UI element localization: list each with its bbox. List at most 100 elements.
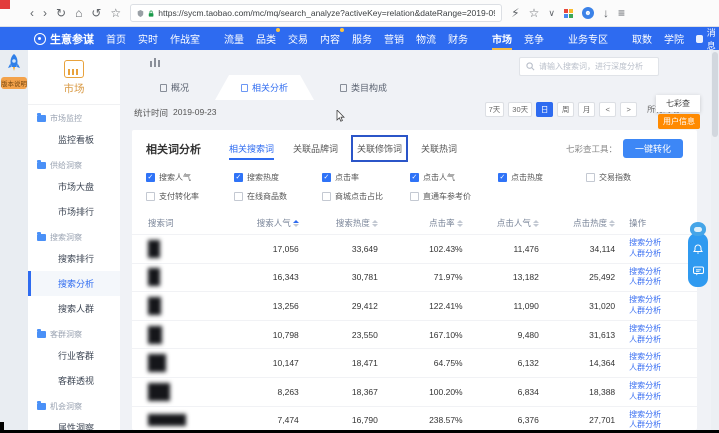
sidebar-item-market-overview[interactable]: 市场大盘	[28, 174, 120, 199]
bookmark-icon[interactable]: ☆	[110, 7, 121, 19]
nav-item-academy[interactable]: 学院	[664, 27, 684, 50]
search-analysis-link[interactable]: 搜索分析	[629, 381, 697, 392]
tab-category-composition[interactable]: 类目构成	[314, 75, 413, 100]
sidebar-item-search-crowd[interactable]: 搜索人群	[28, 296, 120, 321]
nav-item-data-fetch[interactable]: 取数	[632, 27, 652, 50]
sidebar-item-market-ranking[interactable]: 市场排行	[28, 199, 120, 224]
nav-item-category[interactable]: 品类	[256, 27, 276, 50]
home-icon[interactable]: ⌂	[75, 7, 82, 19]
metric-checkbox-search-heat[interactable]: 搜索热度	[234, 172, 322, 183]
user-info-floating-button[interactable]: 用户信息	[658, 114, 700, 129]
version-tooltip[interactable]: 版本说明	[1, 77, 27, 89]
qicaicha-floating-button[interactable]: 七彩查	[656, 95, 700, 112]
rocket-icon[interactable]	[6, 54, 22, 74]
scrollbar-thumb[interactable]	[712, 52, 718, 137]
search-analysis-link[interactable]: 搜索分析	[629, 410, 697, 421]
checkbox-icon	[410, 173, 419, 182]
col-click-heat[interactable]: 点击热度	[553, 212, 629, 235]
sidebar-item-monitor-board[interactable]: 监控看板	[28, 127, 120, 152]
chevron-down-icon[interactable]: ∨	[548, 9, 555, 18]
metric-checkbox-ztc-ref-price[interactable]: 直通车参考价	[410, 191, 498, 202]
metric-checkbox-click-popularity[interactable]: 点击人气	[410, 172, 498, 183]
checkbox-icon	[322, 173, 331, 182]
range-day-button[interactable]: 日	[536, 102, 553, 117]
address-bar[interactable]: https://sycm.taobao.com/mc/mq/search_ana…	[130, 4, 502, 22]
nav-item-home[interactable]: 首页	[106, 27, 126, 50]
next-date-button[interactable]: >	[620, 102, 637, 117]
crowd-analysis-link[interactable]: 人群分析	[629, 392, 697, 403]
lightning-icon[interactable]: ⚡	[511, 7, 519, 19]
col-click-rate[interactable]: 点击率	[392, 212, 477, 235]
range-week-button[interactable]: 周	[557, 102, 574, 117]
favorite-star-icon[interactable]: ☆	[529, 7, 540, 19]
brand[interactable]: 生意参谋	[34, 31, 94, 47]
col-search-heat[interactable]: 搜索热度	[313, 212, 392, 235]
sidebar-item-customer-perspective[interactable]: 客群透视	[28, 368, 120, 393]
prev-date-button[interactable]: <	[599, 102, 616, 117]
search-analysis-link[interactable]: 搜索分析	[629, 352, 697, 363]
extensions-grid-icon[interactable]	[564, 9, 573, 18]
one-click-convert-button[interactable]: 一键转化	[623, 139, 683, 158]
nav-item-content[interactable]: 内容	[320, 27, 340, 50]
nav-item-realtime[interactable]: 实时	[138, 27, 158, 50]
nav-item-competition[interactable]: 竞争	[524, 27, 544, 50]
nav-item-finance[interactable]: 财务	[448, 27, 468, 50]
col-click-popularity[interactable]: 点击人气	[477, 212, 553, 235]
sort-icon[interactable]	[533, 220, 539, 227]
sidebar-item-search-ranking[interactable]: 搜索排行	[28, 246, 120, 271]
keyword-search-box[interactable]	[519, 57, 659, 76]
sidebar-item-industry-customers[interactable]: 行业客群	[28, 343, 120, 368]
nav-item-market[interactable]: 市场	[492, 27, 512, 50]
col-search-popularity[interactable]: 搜索人气	[234, 212, 313, 235]
nav-messages[interactable]: 消息	[696, 26, 719, 52]
screen: ‹ › ↻ ⌂ ↺ ☆ https://sycm.taobao.com/mc/m…	[0, 0, 719, 433]
search-input[interactable]	[539, 62, 652, 71]
metric-checkbox-pay-conversion[interactable]: 支付转化率	[146, 191, 234, 202]
forward-icon[interactable]: ›	[43, 7, 47, 19]
metric-checkbox-search-popularity[interactable]: 搜索人气	[146, 172, 234, 183]
tab-related-modifier-words[interactable]: 关联修饰词	[355, 139, 404, 158]
bell-icon[interactable]	[693, 244, 703, 254]
chat-icon[interactable]	[693, 266, 704, 276]
tab-related-hot-words[interactable]: 关联热词	[419, 139, 459, 158]
search-analysis-link[interactable]: 搜索分析	[629, 295, 697, 306]
range-month-button[interactable]: 月	[578, 102, 595, 117]
tab-related-brand-words[interactable]: 关联品牌词	[291, 139, 340, 158]
stat-date-value[interactable]: 2019-09-23	[173, 107, 216, 119]
tab-relation-analysis[interactable]: 相关分析	[215, 75, 314, 100]
nav-item-trade[interactable]: 交易	[288, 27, 308, 50]
back-icon[interactable]: ‹	[30, 7, 34, 19]
nav-item-business-zone[interactable]: 业务专区	[568, 27, 608, 50]
crowd-analysis-link[interactable]: 人群分析	[629, 420, 697, 430]
tab-related-search-words[interactable]: 相关搜索词	[227, 139, 276, 158]
history-icon[interactable]: ↺	[91, 7, 101, 19]
download-icon[interactable]: ↓	[603, 7, 609, 19]
metric-checkbox-online-products[interactable]: 在线商品数	[234, 191, 322, 202]
mascot-avatar[interactable]	[690, 222, 706, 236]
sort-icon[interactable]	[293, 220, 299, 227]
crowd-analysis-link[interactable]: 人群分析	[629, 363, 697, 374]
nav-item-logistics[interactable]: 物流	[416, 27, 436, 50]
nav-item-marketing[interactable]: 营销	[384, 27, 404, 50]
range-30d-button[interactable]: 30天	[508, 102, 532, 117]
nav-item-service[interactable]: 服务	[352, 27, 372, 50]
sort-icon[interactable]	[457, 220, 463, 227]
metric-checkbox-click-rate[interactable]: 点击率	[322, 172, 410, 183]
nav-item-warroom[interactable]: 作战室	[170, 27, 200, 50]
metric-checkbox-mall-click-share[interactable]: 商城点击占比	[322, 191, 410, 202]
refresh-icon[interactable]: ↻	[56, 7, 66, 19]
page-scrollbar[interactable]	[711, 50, 719, 430]
metric-checkbox-trade-index[interactable]: 交易指数	[586, 172, 674, 183]
search-analysis-link[interactable]: 搜索分析	[629, 324, 697, 335]
crowd-analysis-link[interactable]: 人群分析	[629, 335, 697, 346]
menu-icon[interactable]: ≡	[618, 7, 625, 19]
metric-checkbox-click-heat[interactable]: 点击热度	[498, 172, 586, 183]
tab-overview[interactable]: 概况	[134, 75, 215, 100]
sort-icon[interactable]	[372, 220, 378, 227]
sort-icon[interactable]	[609, 220, 615, 227]
messenger-extension-icon[interactable]: ☻	[582, 7, 594, 19]
sidebar-item-search-analysis[interactable]: 搜索分析	[28, 271, 120, 296]
crowd-analysis-link[interactable]: 人群分析	[629, 306, 697, 317]
range-7d-button[interactable]: 7天	[485, 102, 505, 117]
nav-item-traffic[interactable]: 流量	[224, 27, 244, 50]
